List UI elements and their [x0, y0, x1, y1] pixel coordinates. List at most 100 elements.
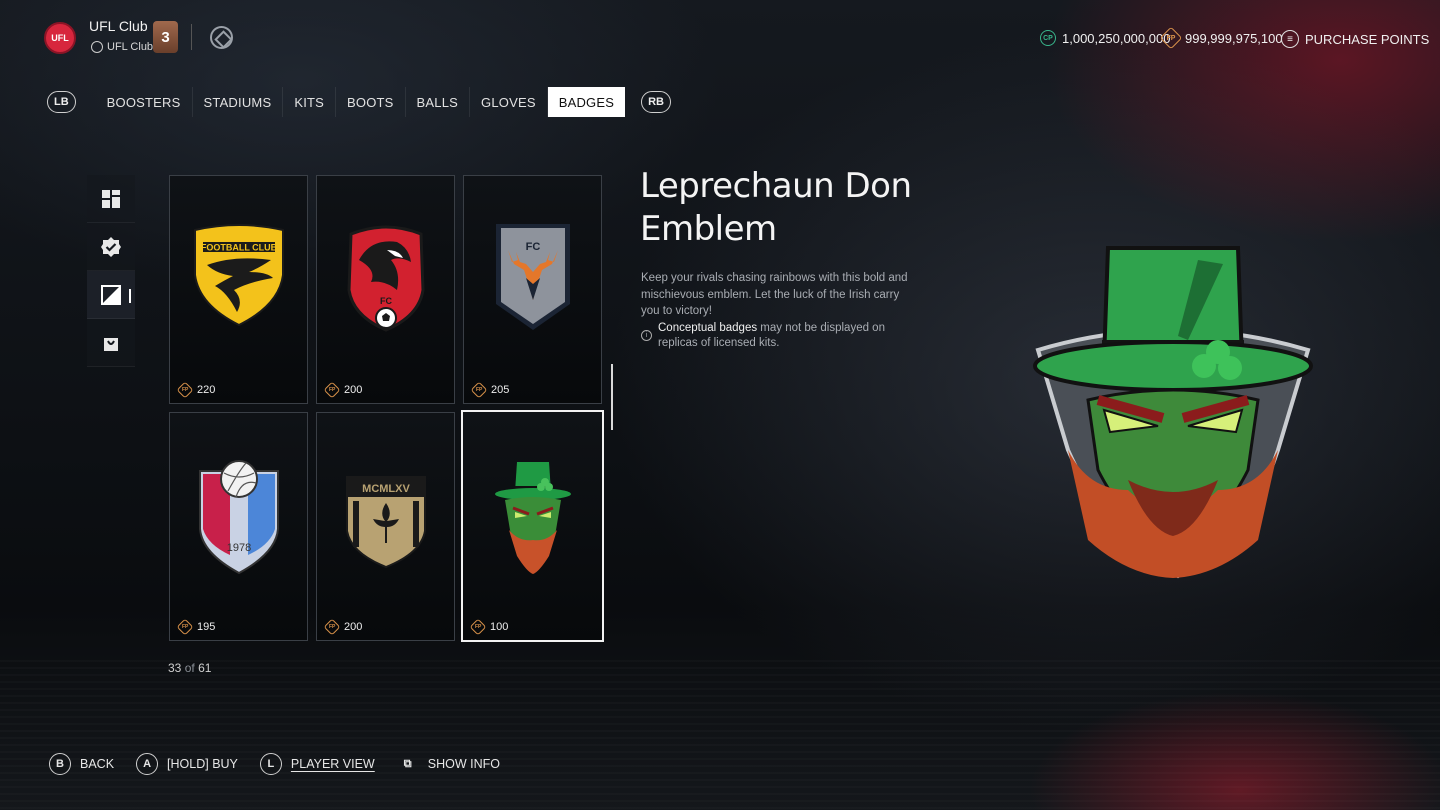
fp-coin-icon: FP [469, 618, 487, 636]
filter-all[interactable] [87, 175, 135, 223]
filter-conceptual[interactable] [87, 271, 135, 319]
player-view-label: PLAYER VIEW [290, 757, 375, 771]
badge-art [463, 456, 602, 586]
button-hints: B BACK A [HOLD] BUY L PLAYER VIEW ⧉ SHOW… [49, 753, 500, 775]
controller-icon [91, 41, 103, 53]
conceptual-note-text: Conceptual badges may not be displayed o… [658, 321, 911, 351]
l-stick-icon: L [259, 753, 282, 775]
tab-gloves[interactable]: GLOVES [470, 87, 548, 117]
club-sub-label: UFL Club [107, 41, 154, 53]
item-count: 33 of 61 [168, 661, 211, 675]
filter-owned[interactable] [87, 319, 135, 367]
price-value: 200 [344, 384, 363, 396]
shop-bag-icon [104, 337, 118, 351]
rank-icon[interactable] [210, 26, 233, 49]
club-name: UFL Club [89, 18, 148, 34]
contrast-icon [101, 284, 121, 305]
note-strong: Conceptual badges [658, 322, 758, 334]
buy-hint[interactable]: A [HOLD] BUY [136, 753, 238, 775]
price: FP 200 [323, 381, 363, 399]
price-value: 100 [490, 621, 509, 633]
info-icon: i [641, 330, 652, 341]
rb-button[interactable]: RB [641, 91, 671, 113]
club-logo[interactable]: UFL [44, 22, 76, 54]
tab-badges[interactable]: BADGES [547, 87, 626, 117]
tab-boosters[interactable]: BOOSTERS [96, 87, 193, 117]
fp-coin-icon: FP [470, 381, 488, 399]
tab-balls[interactable]: BALLS [406, 87, 471, 117]
cp-balance-value: 1,000,250,000,000 [1062, 30, 1171, 46]
price: FP 200 [323, 618, 363, 636]
purchase-points-button[interactable]: ≡ PURCHASE POINTS [1281, 30, 1429, 48]
price: FP 205 [470, 381, 510, 399]
badge-art: 1978 [170, 457, 307, 587]
badge-card-stag[interactable]: FC FP 205 [463, 175, 602, 404]
fp-coin-icon: FP [176, 381, 194, 399]
fp-coin-label: FP [181, 386, 189, 393]
show-info-label: SHOW INFO [427, 757, 500, 771]
price-value: 200 [344, 621, 363, 633]
svg-text:FC: FC [525, 241, 540, 253]
fp-coin-label: FP [328, 623, 336, 630]
verified-icon [101, 236, 121, 257]
fp-coin-icon: FP [323, 381, 341, 399]
back-label: BACK [80, 757, 115, 771]
back-hint[interactable]: B BACK [49, 753, 114, 775]
buy-label: [HOLD] BUY [167, 757, 238, 771]
fp-coin-icon: FP [323, 618, 341, 636]
divider [191, 24, 192, 50]
fp-coin-label: FP [181, 623, 189, 630]
price-value: 220 [197, 384, 216, 396]
svg-text:FOOTBALL CLUB: FOOTBALL CLUB [200, 243, 277, 253]
fp-balance-value: 999,999,975,100 [1185, 30, 1283, 46]
leprechaun-emblem-preview [1033, 246, 1313, 579]
count-current: 33 [168, 661, 182, 675]
badge-art: FOOTBALL CLUB [170, 220, 307, 350]
fp-coin-label: FP [474, 623, 482, 630]
fp-balance: FP 999,999,975,100 [1159, 26, 1283, 50]
tab-kits[interactable]: KITS [283, 87, 337, 117]
badge-card-red-eagle[interactable]: FC FP 200 [316, 175, 455, 404]
item-title: Leprechaun Don Emblem [640, 166, 912, 249]
category-tabs: LB BOOSTERS STADIUMS KITS BOOTS BALLS GL… [47, 87, 671, 117]
price-value: 195 [197, 621, 216, 633]
tab-boots[interactable]: BOOTS [336, 87, 406, 117]
purchase-points-label: PURCHASE POINTS [1305, 31, 1430, 47]
show-info-hint[interactable]: ⧉ SHOW INFO [397, 753, 500, 775]
svg-text:MCMLXV: MCMLXV [362, 483, 410, 495]
price: FP 100 [469, 618, 509, 636]
badge-card-mcmlxv[interactable]: MCMLXV FP 200 [316, 412, 455, 641]
menu-icon: ≡ [1281, 30, 1299, 48]
item-description: Keep your rivals chasing rainbows with t… [641, 272, 908, 317]
club-subtitle: UFL Club [91, 41, 153, 53]
fp-coin-icon: FP [176, 618, 194, 636]
badge-art: MCMLXV [317, 457, 454, 587]
fp-coin-label: FP [328, 386, 336, 393]
badge-card-leprechaun[interactable]: FP 100 [461, 410, 604, 642]
conceptual-note: i Conceptual badges may not be displayed… [641, 321, 911, 351]
fp-coin-label: FP [475, 386, 483, 393]
count-total: 61 [198, 661, 212, 675]
price-value: 205 [491, 384, 510, 396]
filter-verified[interactable] [87, 223, 135, 271]
svg-text:FC: FC [380, 296, 392, 306]
filter-column [87, 175, 135, 367]
count-of: of [184, 661, 195, 675]
badge-art: FC [317, 220, 454, 350]
floor-reflection [0, 660, 1440, 810]
badge-card-football-club[interactable]: FOOTBALL CLUB FP 220 [169, 175, 308, 404]
cp-balance: CP 1,000,250,000,000 [1040, 30, 1170, 46]
badge-card-1978[interactable]: 1978 FP 195 [169, 412, 308, 641]
svg-text:1978: 1978 [226, 542, 250, 554]
level-badge: 3 [153, 21, 178, 53]
price: FP 195 [176, 618, 216, 636]
fp-coin-icon: FP [1159, 26, 1183, 50]
b-button-icon: B [49, 753, 71, 775]
a-button-icon: A [136, 753, 159, 775]
lb-button[interactable]: LB [47, 91, 76, 113]
view-button-icon: ⧉ [403, 757, 412, 770]
tab-stadiums[interactable]: STADIUMS [193, 87, 284, 117]
grid-scrollbar[interactable] [611, 364, 613, 430]
player-view-hint[interactable]: L PLAYER VIEW [259, 753, 375, 775]
price: FP 220 [176, 381, 216, 399]
